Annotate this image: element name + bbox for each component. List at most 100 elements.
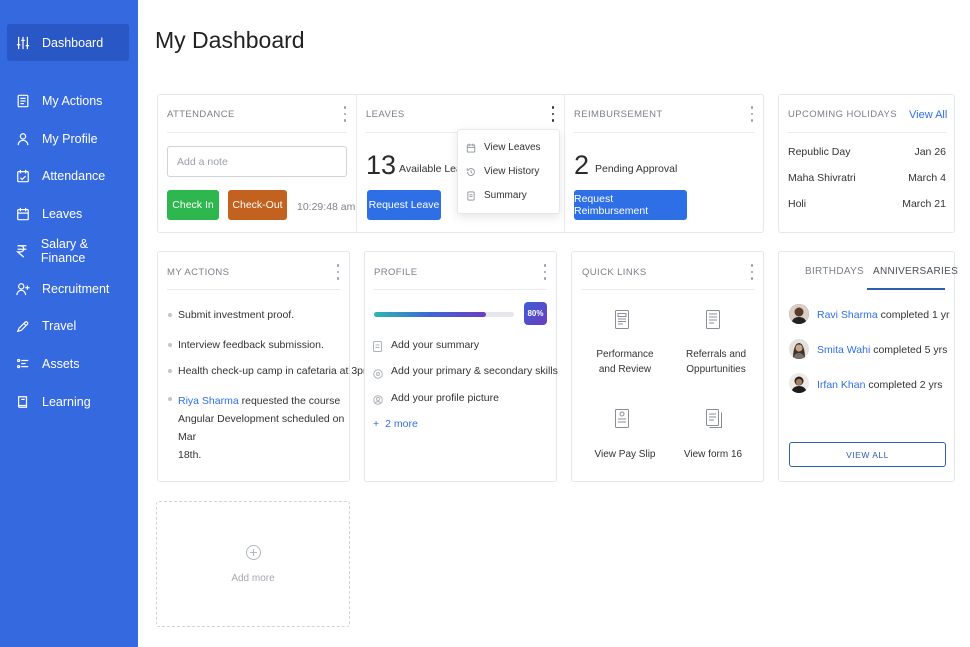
anniversary-text: completed 1 yr: [880, 309, 950, 321]
pending-approval-label: Pending Approval: [595, 163, 678, 175]
menu-item-view-history[interactable]: View History: [466, 166, 539, 177]
profile-item[interactable]: Add your profile picture: [391, 392, 499, 404]
document-icon: [15, 93, 31, 109]
sidebar-item-my-profile[interactable]: My Profile: [7, 120, 129, 157]
bullet: [168, 343, 172, 347]
quick-links-header-divider: [582, 289, 754, 290]
action-item[interactable]: Submit investment proof.: [178, 309, 294, 321]
reimbursement-menu-icon[interactable]: [748, 106, 756, 122]
star-icon: [373, 366, 383, 379]
attendance-note-input[interactable]: [167, 146, 347, 177]
holiday-date: Jan 26: [914, 146, 946, 158]
holidays-view-all-link[interactable]: View All: [909, 109, 947, 121]
menu-item-label: View History: [484, 166, 540, 177]
sidebar-item-label: My Profile: [42, 131, 98, 146]
request-text: 18th.: [178, 449, 202, 461]
bullet: [168, 397, 172, 401]
check-out-button[interactable]: Check-Out: [228, 190, 287, 220]
anniversary-row: Irfan Khan completed 2 yrs: [817, 379, 943, 391]
document-icon: [615, 409, 631, 429]
action-item[interactable]: Health check-up camp in cafetaria at 3pm: [178, 365, 372, 377]
menu-item-summary[interactable]: Summary: [466, 190, 527, 201]
request-reimbursement-button[interactable]: Request Reimbursement: [574, 190, 687, 220]
attendance-menu-icon[interactable]: [341, 106, 349, 122]
quick-link-label: View Pay Slip: [594, 449, 656, 460]
calendar-icon: [466, 143, 476, 152]
sidebar-item-dashboard[interactable]: Dashboard: [7, 24, 129, 61]
documents-icon: [706, 409, 722, 429]
sidebar-item-travel[interactable]: Travel: [7, 307, 129, 344]
plus-icon: +: [373, 418, 380, 430]
anniversary-text: completed 5 yrs: [873, 344, 948, 356]
profile-menu-icon[interactable]: [541, 264, 549, 280]
sidebar: Dashboard My Actions My Profile Attendan…: [0, 0, 138, 647]
menu-item-label: View Leaves: [484, 142, 541, 153]
check-in-button[interactable]: Check In: [167, 190, 219, 220]
add-more-widget[interactable]: Add more: [156, 501, 350, 627]
sidebar-item-label: Recruitment: [42, 281, 110, 296]
sidebar-item-label: Assets: [42, 356, 80, 371]
quick-link-performance[interactable]: Performance and Review: [580, 347, 670, 377]
avatar: [789, 304, 809, 324]
quick-link-pay-slip[interactable]: View Pay Slip: [580, 447, 670, 462]
quick-link-label: and Review: [598, 364, 652, 375]
add-circle-icon: [246, 545, 261, 560]
active-tab-indicator: [867, 288, 945, 290]
person-link[interactable]: Ravi Sharma: [817, 309, 878, 321]
quick-link-form-16[interactable]: View form 16: [668, 447, 758, 462]
sidebar-item-label: My Actions: [42, 93, 103, 108]
sidebar-item-recruitment[interactable]: Recruitment: [7, 270, 129, 307]
attendance-header-divider: [167, 132, 347, 133]
bullet: [168, 313, 172, 317]
sidebar-item-label: Salary & Finance: [40, 236, 89, 265]
profile-progress-badge: 80%: [524, 302, 547, 325]
more-label: 2 more: [385, 418, 418, 430]
requester-link[interactable]: Riya Sharma: [178, 395, 239, 407]
profile-item[interactable]: Add your primary & secondary skills: [391, 365, 558, 377]
menu-item-view-leaves[interactable]: View Leaves: [466, 142, 541, 153]
sidebar-item-attendance[interactable]: Attendance: [7, 157, 129, 194]
request-leave-button[interactable]: Request Leave: [367, 190, 441, 220]
sidebar-item-leaves[interactable]: Leaves: [7, 195, 129, 232]
quick-link-label: Referrals and: [685, 349, 747, 360]
profile-header-divider: [374, 289, 547, 290]
quick-links-menu-icon[interactable]: [748, 264, 756, 280]
quick-link-referrals[interactable]: Referrals and Oppurtunities: [671, 347, 761, 377]
profile-progress-fill: [374, 312, 486, 317]
sidebar-item-label: Dashboard: [42, 35, 104, 50]
profile-more-link[interactable]: +2 more: [373, 418, 418, 430]
current-time: 10:29:48 am: [297, 201, 356, 213]
person-link[interactable]: Smita Wahi: [817, 344, 870, 356]
holiday-name: Holi: [788, 198, 807, 210]
quick-link-label: Oppurtunities: [686, 364, 746, 375]
tab-anniversaries[interactable]: ANNIVERSARIES: [873, 266, 958, 277]
list-icon: [15, 356, 31, 372]
pending-approval-count: 2: [574, 150, 590, 180]
action-item[interactable]: Interview feedback submission.: [178, 339, 324, 351]
sidebar-item-learning[interactable]: Learning: [7, 383, 129, 420]
tab-birthdays[interactable]: BIRTHDAYS: [805, 266, 864, 277]
reimbursement-header-divider: [574, 132, 754, 133]
sidebar-item-label: Learning: [42, 394, 91, 409]
available-leaves-count: 13: [366, 150, 397, 180]
view-all-button[interactable]: VIEW ALL: [789, 442, 946, 467]
sidebar-item-salary-finance[interactable]: Salary & Finance: [7, 232, 129, 269]
book-icon: [15, 394, 31, 410]
document-icon: [467, 191, 475, 200]
column-divider: [356, 95, 357, 232]
holiday-date: March 4: [908, 172, 946, 184]
sidebar-item-label: Leaves: [42, 206, 83, 221]
sidebar-item-my-actions[interactable]: My Actions: [7, 82, 129, 119]
column-divider: [564, 95, 565, 232]
quick-links-title: QUICK LINKS: [582, 267, 647, 278]
bullet: [168, 369, 172, 373]
person-icon: [15, 131, 31, 147]
profile-item[interactable]: Add your summary: [391, 339, 479, 351]
leaves-menu-icon[interactable]: [549, 106, 557, 122]
rupee-icon: [15, 243, 30, 259]
my-actions-menu-icon[interactable]: [334, 264, 342, 280]
sidebar-item-assets[interactable]: Assets: [7, 345, 129, 382]
sliders-icon: [15, 35, 31, 51]
page-title: My Dashboard: [155, 27, 305, 53]
person-link[interactable]: Irfan Khan: [817, 379, 865, 391]
